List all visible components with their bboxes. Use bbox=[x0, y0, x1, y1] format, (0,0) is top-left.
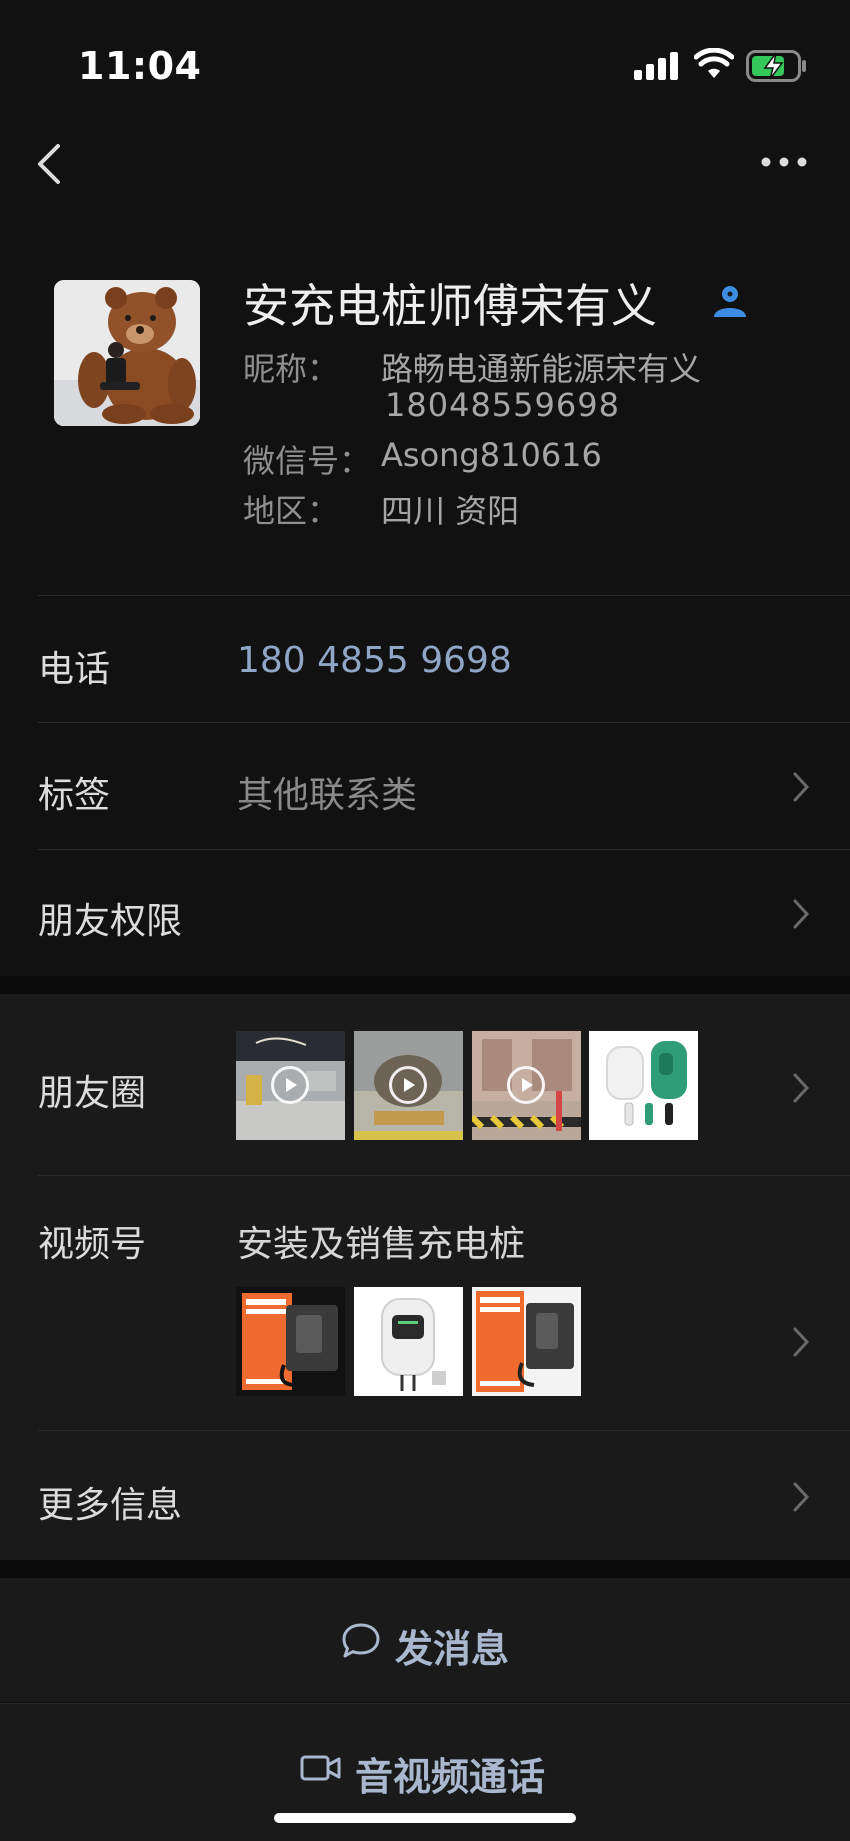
battery-charging-icon bbox=[746, 50, 806, 82]
wifi-icon bbox=[694, 48, 734, 78]
play-icon bbox=[271, 1066, 309, 1104]
video-camera-icon bbox=[300, 1755, 341, 1781]
phone-value[interactable]: 180 4855 9698 bbox=[237, 640, 512, 681]
more-info-label: 更多信息 bbox=[38, 1485, 183, 1526]
back-icon[interactable] bbox=[32, 142, 72, 186]
moments-thumbnail bbox=[472, 1031, 581, 1140]
nickname-label: 昵称： bbox=[243, 350, 340, 388]
chevron-right-icon bbox=[793, 1073, 810, 1103]
signal-icon bbox=[634, 52, 678, 80]
person-icon bbox=[714, 286, 746, 317]
channels-label: 视频号 bbox=[38, 1224, 147, 1265]
divider bbox=[38, 1175, 850, 1176]
tag-value: 其他联系类 bbox=[237, 775, 418, 816]
play-icon bbox=[389, 1066, 427, 1104]
moments-thumbnail bbox=[354, 1031, 463, 1140]
chevron-right-icon bbox=[793, 1327, 810, 1357]
status-time: 11:04 bbox=[78, 44, 202, 88]
home-indicator bbox=[274, 1813, 576, 1823]
video-call-label: 音视频通话 bbox=[355, 1755, 546, 1799]
avatar[interactable] bbox=[54, 280, 200, 426]
chat-bubble-icon bbox=[342, 1623, 380, 1658]
send-message-button[interactable]: 发消息 bbox=[0, 1578, 850, 1702]
divider bbox=[38, 722, 850, 723]
chevron-right-icon bbox=[793, 1482, 810, 1512]
channels-thumbnail bbox=[472, 1287, 581, 1396]
nickname-value: 路畅电通新能源宋有义 bbox=[381, 350, 702, 388]
wechat-id-label: 微信号： bbox=[243, 442, 372, 480]
chevron-right-icon bbox=[793, 772, 810, 802]
section-gap bbox=[0, 1560, 850, 1578]
send-message-label: 发消息 bbox=[395, 1627, 510, 1671]
tag-label: 标签 bbox=[38, 775, 111, 816]
divider bbox=[38, 1430, 850, 1431]
chevron-right-icon bbox=[793, 899, 810, 929]
contact-name: 安充电桩师傅宋有义 bbox=[243, 279, 657, 333]
more-icon[interactable] bbox=[760, 150, 808, 174]
channels-thumbnail bbox=[354, 1287, 463, 1396]
wechat-id-value: Asong810616 bbox=[381, 436, 602, 474]
section-gap bbox=[0, 976, 850, 994]
friend-permission-label: 朋友权限 bbox=[38, 901, 183, 942]
region-label: 地区： bbox=[243, 492, 340, 530]
region-value: 四川 资阳 bbox=[381, 492, 520, 530]
nickname-value-line2: 18048559698 bbox=[385, 386, 620, 424]
divider bbox=[38, 595, 850, 596]
play-icon bbox=[507, 1066, 545, 1104]
phone-label: 电话 bbox=[38, 649, 111, 690]
channels-thumbnail bbox=[236, 1287, 345, 1396]
moments-label: 朋友圈 bbox=[38, 1073, 147, 1114]
moments-thumbnail bbox=[589, 1031, 698, 1140]
channels-title: 安装及销售充电桩 bbox=[237, 1224, 526, 1265]
moments-thumbnail bbox=[236, 1031, 345, 1140]
divider bbox=[38, 849, 850, 850]
